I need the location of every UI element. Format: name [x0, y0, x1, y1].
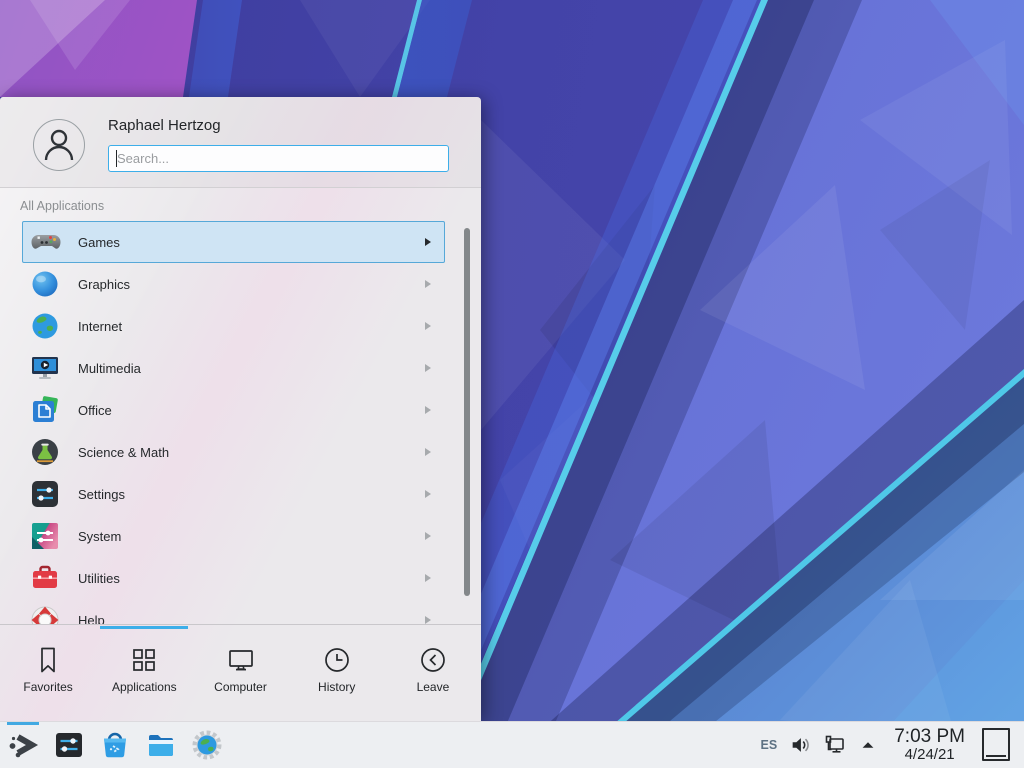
bookmark-icon	[33, 645, 63, 675]
clock-icon	[322, 645, 352, 675]
office-document-icon	[29, 394, 61, 426]
category-multimedia[interactable]: Multimedia	[22, 347, 445, 389]
taskbar-application-launcher-button[interactable]	[6, 728, 40, 762]
clock-time: 7:03 PM	[894, 727, 965, 747]
tab-computer[interactable]: Computer	[192, 625, 288, 721]
category-label: Games	[78, 235, 120, 250]
submenu-arrow-icon	[425, 448, 431, 456]
application-launcher-menu: Raphael Hertzog All Applications	[0, 97, 481, 721]
submenu-arrow-icon	[425, 364, 431, 372]
search-field[interactable]	[108, 145, 449, 172]
section-label: All Applications	[20, 199, 104, 213]
volume-icon[interactable]	[789, 734, 811, 756]
category-label: Graphics	[78, 277, 130, 292]
globe-icon	[29, 310, 61, 342]
system-sliders-icon	[29, 520, 61, 552]
settings-sliders-icon	[29, 478, 61, 510]
tab-applications[interactable]: Applications	[96, 625, 192, 721]
taskbar-file-manager-button[interactable]	[144, 728, 178, 762]
category-settings[interactable]: Settings	[22, 473, 445, 515]
category-graphics[interactable]: Graphics	[22, 263, 445, 305]
taskbar: ES	[0, 721, 1024, 768]
category-office[interactable]: Office	[22, 389, 445, 431]
category-list: Games Graphics	[22, 221, 445, 625]
expand-tray-icon[interactable]	[859, 736, 877, 754]
category-science-math[interactable]: Science & Math	[22, 431, 445, 473]
gamepad-icon	[29, 226, 61, 258]
network-icon[interactable]	[823, 733, 847, 757]
taskbar-web-browser-button[interactable]	[190, 728, 224, 762]
category-label: Utilities	[78, 571, 120, 586]
launcher-header: Raphael Hertzog	[0, 97, 481, 188]
submenu-arrow-icon	[425, 406, 431, 414]
folder-icon	[145, 729, 177, 761]
user-avatar[interactable]	[33, 119, 85, 171]
category-system[interactable]: System	[22, 515, 445, 557]
tab-favorites[interactable]: Favorites	[0, 625, 96, 721]
leave-circle-icon	[418, 645, 448, 675]
grid-icon	[129, 645, 159, 675]
system-tray: ES	[761, 727, 1014, 763]
keyboard-layout-indicator[interactable]: ES	[761, 738, 778, 752]
monitor-icon	[226, 645, 256, 675]
graphics-sphere-icon	[29, 268, 61, 300]
search-input[interactable]	[108, 145, 449, 172]
person-icon	[36, 122, 82, 168]
taskbar-system-settings-button[interactable]	[52, 728, 86, 762]
category-label: Settings	[78, 487, 125, 502]
category-label: Internet	[78, 319, 122, 334]
kde-launcher-icon	[7, 729, 39, 761]
category-label: Multimedia	[78, 361, 141, 376]
submenu-arrow-icon	[425, 616, 431, 624]
submenu-arrow-icon	[425, 532, 431, 540]
category-utilities[interactable]: Utilities	[22, 557, 445, 599]
clock-date: 4/24/21	[894, 747, 965, 763]
tab-leave[interactable]: Leave	[385, 625, 481, 721]
submenu-arrow-icon	[425, 490, 431, 498]
discover-bag-icon	[99, 729, 131, 761]
category-internet[interactable]: Internet	[22, 305, 445, 347]
browser-globe-gear-icon	[191, 729, 223, 761]
digital-clock[interactable]: 7:03 PM 4/24/21	[894, 727, 965, 763]
submenu-arrow-icon	[425, 574, 431, 582]
science-flask-icon	[29, 436, 61, 468]
category-games[interactable]: Games	[22, 221, 445, 263]
desktop: Raphael Hertzog All Applications	[0, 0, 1024, 768]
tab-history[interactable]: History	[289, 625, 385, 721]
submenu-arrow-icon	[425, 280, 431, 288]
system-settings-icon	[53, 729, 85, 761]
user-name: Raphael Hertzog	[108, 117, 221, 134]
scrollbar-thumb[interactable]	[464, 228, 470, 596]
submenu-arrow-icon	[425, 238, 431, 246]
show-desktop-button[interactable]	[982, 728, 1010, 761]
launcher-tab-bar: Favorites Applications	[0, 624, 481, 721]
category-label: System	[78, 529, 121, 544]
category-label: Science & Math	[78, 445, 169, 460]
taskbar-discover-button[interactable]	[98, 728, 132, 762]
category-label: Office	[78, 403, 112, 418]
utilities-toolbox-icon	[29, 562, 61, 594]
multimedia-monitor-icon	[29, 352, 61, 384]
help-lifebuoy-icon	[29, 604, 61, 625]
submenu-arrow-icon	[425, 322, 431, 330]
category-help[interactable]: Help	[22, 599, 445, 625]
text-cursor	[116, 150, 117, 167]
